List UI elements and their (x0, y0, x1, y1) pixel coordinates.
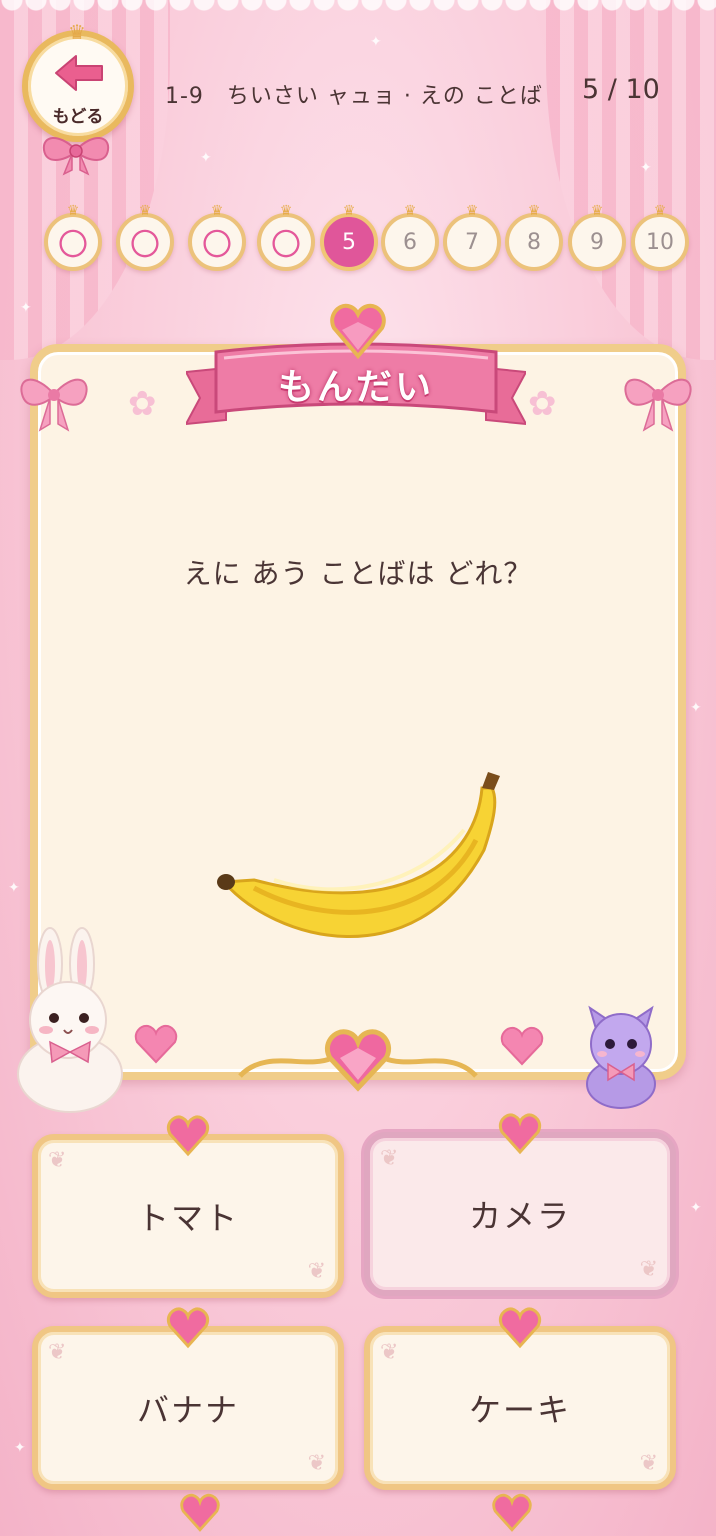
heart-gem-icon (330, 303, 386, 360)
answer-label: カメラ (468, 1197, 571, 1235)
heart-gem-icon (134, 1024, 178, 1064)
bow-icon (42, 137, 110, 176)
heart-gem-icon (166, 1307, 210, 1349)
step-label: 8 (527, 229, 541, 255)
step-circle: ♛ 〇 (44, 203, 102, 271)
flower-icon: ✿ (528, 384, 557, 424)
crown-icon: ♛ (590, 203, 604, 219)
step-label: 10 (646, 229, 674, 255)
question-text: えに あう ことばは どれ？ (183, 557, 533, 590)
crown-icon: ♛ (403, 203, 417, 219)
step-label: 〇 (130, 228, 160, 263)
banana-illustration (217, 772, 500, 938)
corner-flourish: ❦ (307, 1451, 328, 1476)
answer-option-2[interactable]: ❦ ❦ カメラ (364, 1113, 676, 1296)
crown-icon: ♛ (653, 203, 667, 219)
banner-title: もんだい (277, 367, 434, 408)
step-label: 6 (403, 229, 417, 255)
crown-icon: ♛ (527, 203, 541, 219)
lace-trim (0, 0, 716, 30)
crown-icon: ♛ (66, 203, 80, 219)
corner-flourish: ❦ (380, 1340, 401, 1365)
sparkle-icon: ✦ (640, 160, 652, 176)
crown-icon: ♛ (342, 203, 356, 219)
heart-gem-icon (166, 1115, 210, 1157)
back-label: もどる (52, 107, 104, 127)
step-circle: ♛ 10 (631, 203, 689, 271)
step-label: 〇 (58, 228, 88, 263)
back-button[interactable]: ♛ もどる (22, 20, 134, 142)
answer-option-1[interactable]: ❦ ❦ トマト (32, 1115, 344, 1298)
corner-flourish: ❦ (48, 1340, 69, 1365)
flower-icon: ✿ (128, 384, 157, 424)
crown-icon: ♛ (465, 203, 479, 219)
corner-flourish: ❦ (48, 1148, 69, 1173)
curtain-right (546, 0, 716, 360)
step-label: 9 (590, 229, 604, 255)
answer-option-4[interactable]: ❦ ❦ ケーキ (364, 1307, 676, 1490)
step-circle: ♛ 〇 (257, 203, 315, 271)
answer-option-3[interactable]: ❦ ❦ バナナ (32, 1307, 344, 1490)
step-circle: ♛ 〇 (116, 203, 174, 271)
answer-label: バナナ (136, 1391, 239, 1429)
ornament-heart-gem-icon (238, 1029, 478, 1092)
sparkle-icon: ✦ (690, 1200, 702, 1216)
step-circle: ♛ 7 (443, 203, 501, 271)
sparkle-icon: ✦ (8, 880, 20, 896)
bow-icon (20, 378, 88, 432)
bunny-plush-icon (17, 927, 123, 1113)
sparkle-icon: ✦ (370, 34, 382, 50)
crown-icon: ♛ (279, 203, 293, 219)
corner-flourish: ❦ (307, 1259, 328, 1284)
sparkle-icon: ✦ (690, 700, 702, 716)
question-progress: 5 / 10 (582, 74, 660, 105)
cat-plush-icon (586, 1005, 656, 1109)
crown-icon: ♛ (210, 203, 224, 219)
step-circle-current: ♛ 5 (320, 203, 378, 271)
step-label: 〇 (202, 228, 232, 263)
corner-flourish: ❦ (639, 1257, 660, 1282)
answer-label: トマト (136, 1199, 239, 1237)
step-label: 〇 (271, 228, 301, 263)
step-circle: ♛ 6 (381, 203, 439, 271)
heart-gem-icon (492, 1493, 532, 1532)
heart-gem-icon (180, 1493, 220, 1532)
back-arrow-icon (55, 55, 103, 91)
heart-gem-icon (500, 1026, 544, 1066)
step-circle: ♛ 〇 (188, 203, 246, 271)
sparkle-icon: ✦ (14, 1440, 26, 1456)
stage-title: 1-9 ちいさい ャュョ · えの ことば (165, 84, 543, 109)
heart-gem-icon (498, 1113, 542, 1155)
step-circle: ♛ 9 (568, 203, 626, 271)
step-circle: ♛ 8 (505, 203, 563, 271)
answer-label: ケーキ (468, 1391, 571, 1429)
step-label: 5 (342, 229, 356, 255)
sparkle-icon: ✦ (200, 150, 212, 166)
corner-flourish: ❦ (639, 1451, 660, 1476)
crown-icon: ♛ (138, 203, 152, 219)
step-label: 7 (465, 229, 479, 255)
crown-icon: ♛ (68, 20, 86, 44)
sparkle-icon: ✦ (20, 300, 32, 316)
step-indicator: ♛ 〇 ♛ 〇 ♛ 〇 ♛ 〇 ♛ 5 ♛ 6 ♛ 7 ♛ 8 ♛ 9 ♛ 10 (44, 203, 694, 279)
bow-icon (624, 378, 692, 432)
corner-flourish: ❦ (380, 1146, 401, 1171)
heart-gem-icon (498, 1307, 542, 1349)
